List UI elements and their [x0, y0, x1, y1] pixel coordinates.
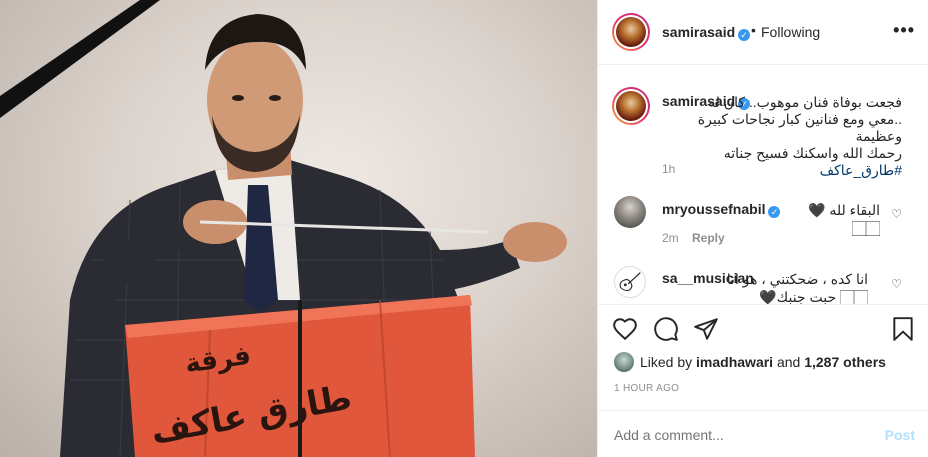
comment-username-text[interactable]: mryoussefnabil [662, 201, 765, 217]
save-bookmark-icon[interactable] [890, 316, 916, 342]
comment-text: انا كده ، ضحكتني ، هو انا 🏻🏻 حبت جنبك🖤 [718, 270, 868, 306]
caption-time[interactable]: 1h [662, 162, 675, 176]
caption-line-1: فجعت بوفاة فنان موهوب.. كان له [708, 94, 902, 110]
comment-avatar[interactable] [614, 196, 646, 228]
likes-count-link[interactable]: 1,287 others [804, 354, 886, 370]
separator-dot: • [751, 22, 756, 38]
add-comment-bar: Post [598, 410, 928, 457]
post-side-panel: samirasaid ✓ • Following ••• samirasaid ✓ … [597, 0, 928, 457]
comment-like-heart-icon[interactable]: ♡ [891, 277, 902, 291]
comment-bubble-icon[interactable] [653, 316, 679, 342]
comment-time[interactable]: 2m [662, 231, 679, 245]
caption-line-3: رحمك الله واسكنك فسيح جناته #طارق_عاكف [662, 145, 902, 179]
caption-avatar[interactable] [612, 87, 650, 125]
comment-text-line-1: انا كده ، ضحكتني ، هو انا [726, 271, 868, 287]
post-comment-button[interactable]: Post [885, 427, 915, 443]
comment-username[interactable]: mryoussefnabil ✓ [662, 201, 781, 218]
add-comment-input[interactable] [614, 427, 854, 443]
liker-avatar[interactable] [614, 352, 634, 372]
verified-badge-icon: ✓ [738, 29, 751, 41]
post-timestamp[interactable]: 1 HOUR AGO [614, 383, 679, 394]
verified-badge-icon: ✓ [768, 206, 781, 218]
author-username[interactable]: samirasaid ✓ [662, 24, 751, 41]
comment-meta: 2m Reply [662, 231, 725, 245]
like-heart-icon[interactable] [612, 316, 638, 342]
guitar-logo-icon [619, 272, 641, 292]
following-button[interactable]: Following [761, 24, 820, 40]
likes-prefix: Liked by [640, 354, 693, 370]
post-header: samirasaid ✓ • Following ••• [598, 0, 928, 65]
author-avatar[interactable] [612, 13, 650, 51]
caption-hashtag-link[interactable]: #طارق_عاكف [820, 162, 902, 178]
likes-middle: and [776, 354, 801, 370]
author-username-text[interactable]: samirasaid [662, 24, 735, 40]
caption-line-3-text: رحمك الله واسكنك فسيح جناته [723, 145, 902, 161]
liker-username[interactable]: imadhawari [696, 354, 773, 370]
likes-summary: Liked by imadhawari and 1,287 others [614, 352, 886, 372]
share-paper-plane-icon[interactable] [693, 316, 719, 342]
more-options-icon[interactable]: ••• [893, 20, 915, 41]
reply-button[interactable]: Reply [692, 231, 725, 245]
comment-like-heart-icon[interactable]: ♡ [891, 207, 902, 221]
caption-text: فجعت بوفاة فنان موهوب.. كان له ..معي ومع… [662, 94, 902, 179]
comment-avatar[interactable] [614, 266, 646, 298]
actions-divider [598, 304, 928, 305]
caption-line-2: ..معي ومع فنانين كبار نجاحات كبيرة وعظيم… [697, 111, 902, 144]
comment-text: البقاء لله 🖤🏻🏻 [808, 202, 880, 236]
post-photo[interactable]: فرقة طارق عاكف [0, 0, 597, 457]
